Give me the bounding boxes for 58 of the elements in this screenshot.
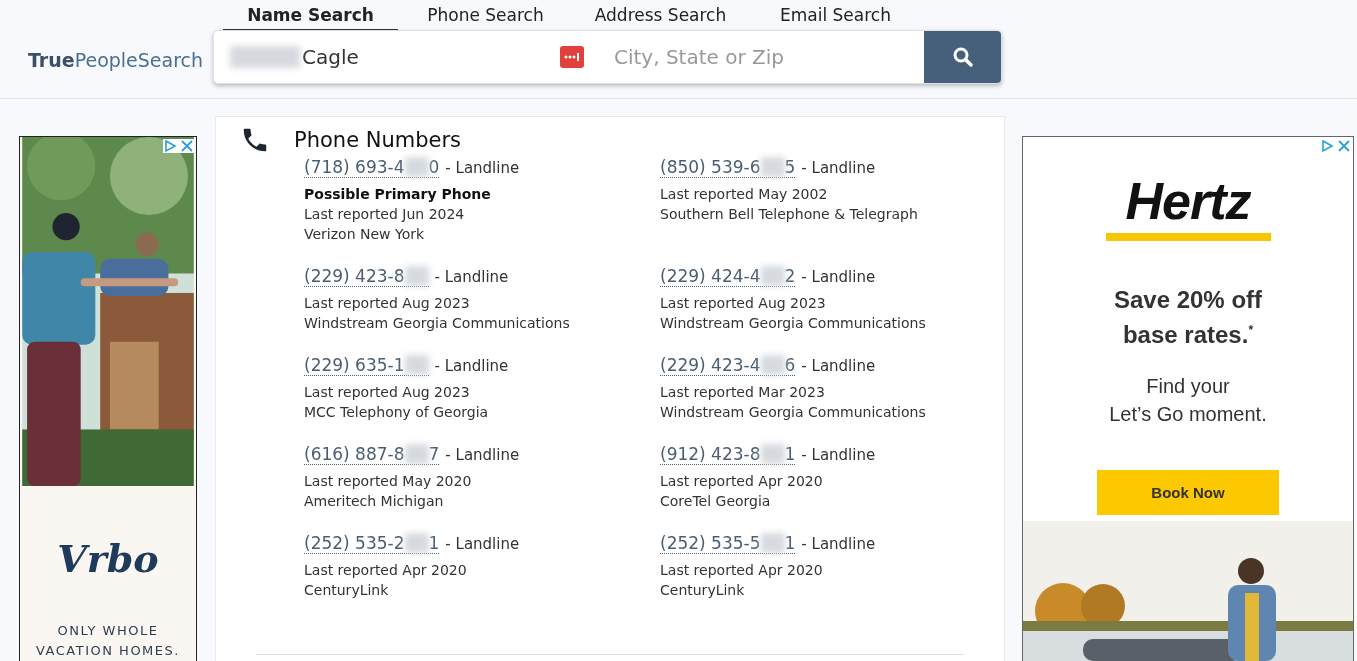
carrier-name: Ameritech Michigan: [304, 492, 445, 511]
hertz-ad[interactable]: Hertz Save 20% off base rates.$^{*}$ Find your Let’s Go moment. Book Now: [1022, 136, 1354, 661]
ad-subline: Find your Let’s Go moment.: [1108, 374, 1268, 427]
phone-type: - Landline: [801, 157, 876, 178]
phone-link[interactable]: (718) 693-4 0: [304, 157, 440, 178]
reported-date: Last reported Aug 2023: [304, 383, 471, 402]
close-icon[interactable]: [180, 139, 194, 153]
primary-label: Possible Primary Phone: [304, 185, 492, 204]
phone-link[interactable]: (229) 423-4 6: [660, 355, 796, 376]
brand-logo: Hertz: [1125, 175, 1251, 227]
carrier-name: MCC Telephony of Georgia: [304, 403, 490, 422]
book-now-button[interactable]: Book Now: [1097, 470, 1279, 515]
phone-type: - Landline: [801, 266, 876, 287]
reported-date: Last reported Mar 2023: [660, 383, 826, 402]
reported-date: Last reported Apr 2020: [660, 472, 824, 491]
brand-logo: Vrbo: [56, 536, 160, 581]
reported-date: Last reported Aug 2023: [304, 294, 471, 313]
reported-date: Last reported Apr 2020: [660, 561, 824, 580]
ad-headline: Save 20% off base rates.$^{*}$: [1112, 285, 1264, 350]
search-tab[interactable]: Email Search: [748, 0, 923, 30]
phone-link[interactable]: (229) 424-4 2: [660, 266, 796, 287]
phone-type: - Landline: [434, 355, 509, 376]
phone-type: - Landline: [801, 444, 876, 465]
ad-tagline: ONLY WHOLE VACATION HOMES.: [35, 622, 181, 660]
phone-type: - Landline: [801, 355, 876, 376]
phone-type: - Landline: [445, 444, 520, 465]
ad-choices-icon: [1320, 139, 1334, 153]
close-icon[interactable]: [1337, 139, 1351, 153]
carrier-name: Windstream Georgia Communications: [660, 403, 927, 422]
phone-link[interactable]: (252) 535-2 1: [304, 533, 440, 554]
phone-type: - Landline: [434, 266, 509, 287]
phone-type: - Landline: [801, 533, 876, 554]
phone-link[interactable]: (229) 423-8: [304, 266, 429, 287]
reported-date: Last reported May 2002: [660, 185, 829, 204]
carrier-name: CenturyLink: [304, 581, 390, 600]
phone-type: - Landline: [445, 533, 520, 554]
reported-date: Last reported Apr 2020: [304, 561, 468, 580]
carrier-name: Verizon New York: [304, 225, 426, 244]
carrier-name: Windstream Georgia Communications: [304, 314, 571, 333]
carrier-name: CoreTel Georgia: [660, 492, 772, 511]
phone-link[interactable]: (850) 539-6 5: [660, 157, 796, 178]
search-tab[interactable]: Phone Search: [398, 0, 573, 30]
reported-date: Last reported Jun 2024: [304, 205, 466, 224]
vrbo-ad[interactable]: Vrbo ONLY WHOLE VACATION HOMES.: [19, 136, 197, 661]
section-title: Phone Numbers: [294, 128, 462, 152]
phone-link[interactable]: (912) 423-8 1: [660, 444, 796, 465]
phone-link[interactable]: (252) 535-5 1: [660, 533, 796, 554]
phone-type: - Landline: [445, 157, 520, 178]
reported-date: Last reported May 2020: [304, 472, 473, 491]
phone-link[interactable]: (616) 887-8 7: [304, 444, 440, 465]
ad-choices-icon: [163, 139, 177, 153]
site-logo[interactable]: TruePeopleSearch: [28, 49, 213, 71]
carrier-name: Windstream Georgia Communications: [660, 314, 927, 333]
phone-link[interactable]: (229) 635-1: [304, 355, 429, 376]
carrier-name: Southern Bell Telephone & Telegraph: [660, 205, 919, 224]
reported-date: Last reported Aug 2023: [660, 294, 827, 313]
search-tab[interactable]: Address Search: [573, 0, 748, 30]
carrier-name: CenturyLink: [660, 581, 746, 600]
